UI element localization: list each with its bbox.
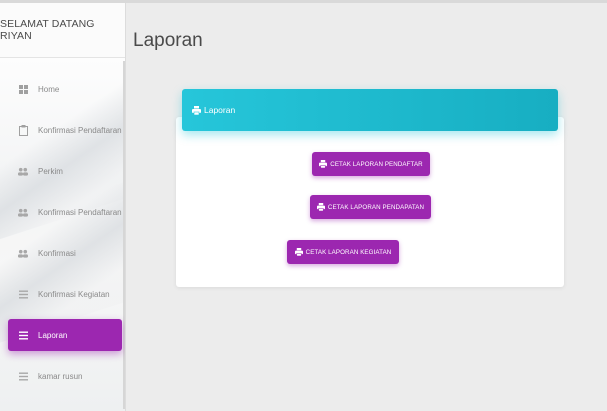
sidebar-item-label: Konfirmasi Pendaftaran [38, 125, 122, 135]
grid-icon [18, 84, 28, 94]
sidebar-item-kamar-rusun[interactable]: kamar rusun [0, 360, 125, 392]
sidebar-item-label: Konfirmasi Kegiatan [38, 289, 110, 299]
people-icon [18, 207, 28, 217]
sidebar-brand: SELAMAT DATANG RIYAN [0, 3, 125, 58]
printer-icon [294, 248, 303, 256]
sidebar-item-label: kamar rusun [38, 371, 83, 381]
sidebar-item-label: Konfirmasi Pendaftaran [38, 207, 122, 217]
people-icon [18, 166, 28, 176]
cetak-laporan-pendapatan-button[interactable]: CETAK LAPORAN PENDAPATAN [310, 195, 431, 219]
cetak-laporan-pendaftar-button[interactable]: CETAK LAPORAN PENDAFTAR [312, 152, 430, 176]
printer-icon [192, 105, 201, 115]
button-label: CETAK LAPORAN PENDAFTAR [330, 160, 423, 168]
card-header-title: Laporan [204, 105, 236, 115]
people-icon [18, 248, 28, 258]
sidebar-item-perkim[interactable]: Perkim [0, 155, 125, 187]
page-title: Laporan [133, 30, 203, 51]
sidebar-item-label: Home [38, 84, 60, 94]
sidebar-item-konfirmasi-kegiatan[interactable]: Konfirmasi Kegiatan [0, 278, 125, 310]
button-label: CETAK LAPORAN PENDAPATAN [327, 203, 425, 211]
printer-icon [319, 160, 328, 168]
card-header: Laporan [182, 89, 558, 131]
sidebar-item-laporan[interactable]: Laporan [8, 319, 122, 351]
sidebar: SELAMAT DATANG RIYAN Home Konfirmasi Pen… [0, 3, 126, 411]
sidebar-menu: Home Konfirmasi Pendaftaran Perkim Konfi… [0, 73, 125, 401]
sidebar-item-label: Perkim [38, 166, 63, 176]
button-label: CETAK LAPORAN KEGIATAN [305, 248, 392, 256]
clipboard-icon [18, 124, 28, 136]
list-icon [18, 330, 28, 340]
sidebar-item-home[interactable]: Home [0, 73, 125, 105]
printer-icon [316, 203, 325, 211]
cetak-laporan-kegiatan-button[interactable]: CETAK LAPORAN KEGIATAN [287, 240, 399, 264]
sidebar-item-konfirmasi[interactable]: Konfirmasi [0, 237, 125, 269]
sidebar-item-konfirmasi-pendaftaran-2[interactable]: Konfirmasi Pendaftaran [0, 196, 125, 228]
list-icon [18, 371, 28, 381]
sidebar-item-konfirmasi-pendaftaran[interactable]: Konfirmasi Pendaftaran [0, 114, 125, 146]
list-icon [18, 289, 28, 299]
sidebar-item-label: Konfirmasi [38, 248, 76, 258]
sidebar-item-label: Laporan [38, 330, 68, 340]
